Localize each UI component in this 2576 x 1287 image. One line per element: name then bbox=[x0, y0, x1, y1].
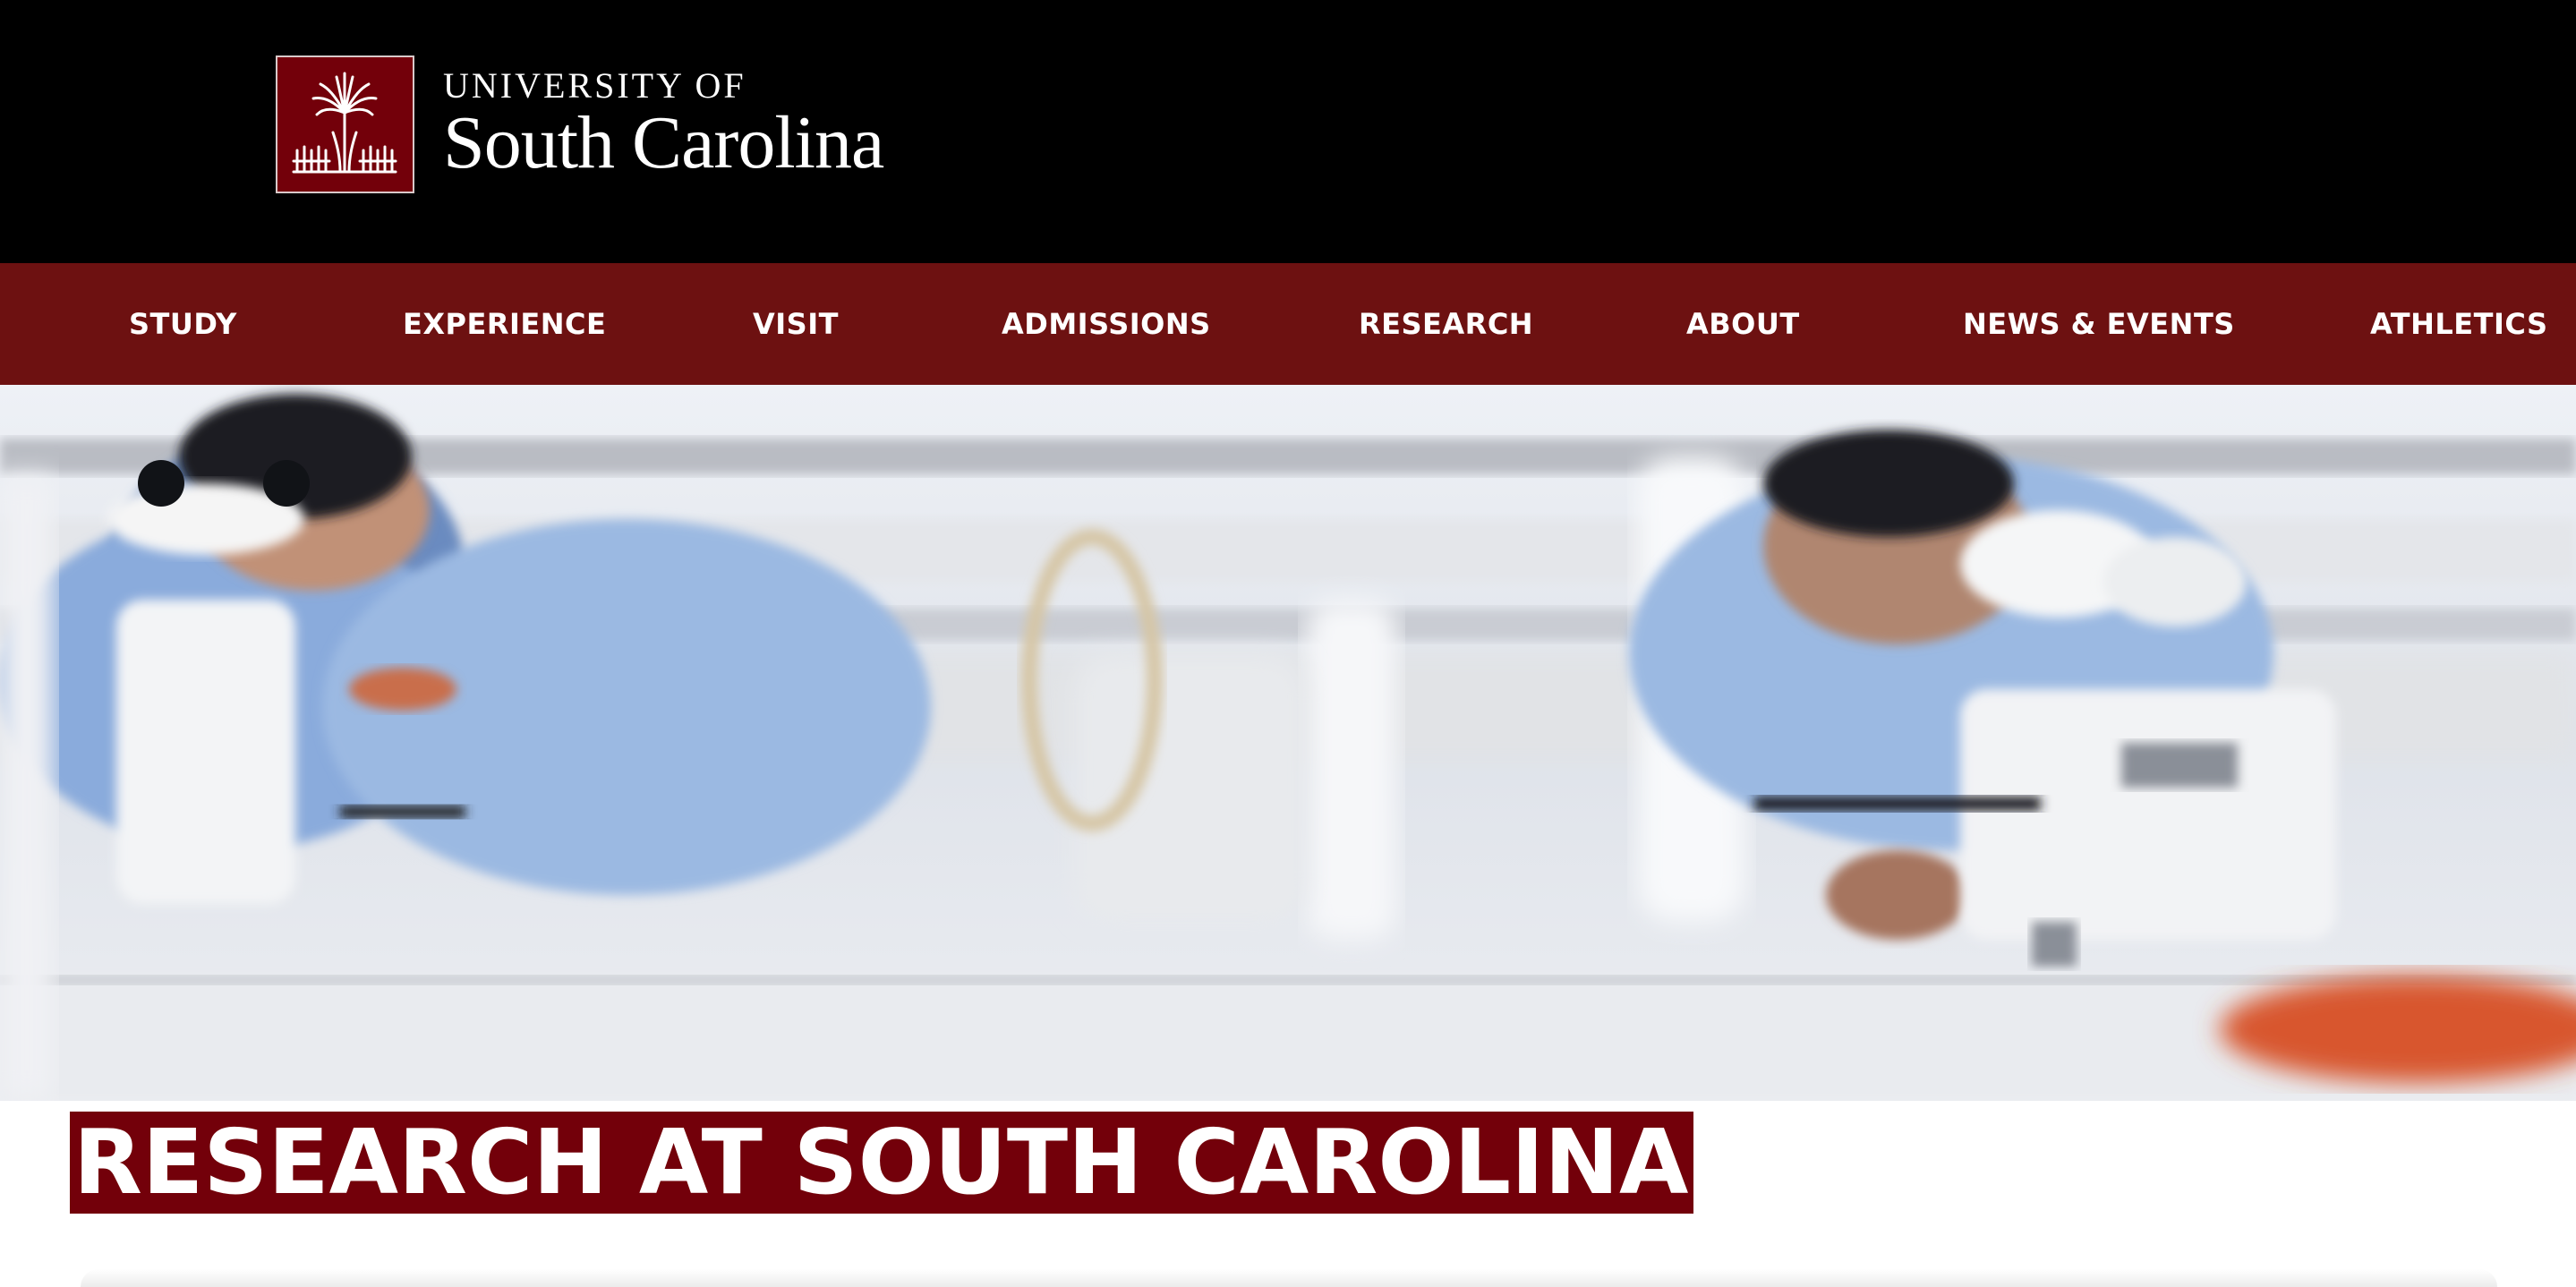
nav-item-admissions[interactable]: ADMISSIONS bbox=[1002, 263, 1211, 385]
logo-line-south-carolina: South Carolina bbox=[443, 101, 884, 184]
hero-image bbox=[0, 385, 2576, 1101]
content-card-edge bbox=[81, 1269, 2497, 1287]
nav-item-experience[interactable]: EXPERIENCE bbox=[403, 263, 606, 385]
university-logo[interactable]: UNIVERSITY OF South Carolina bbox=[276, 55, 884, 193]
site-header: UNIVERSITY OF South Carolina bbox=[0, 0, 2576, 263]
nav-item-athletics[interactable]: ATHLETICS bbox=[2370, 263, 2548, 385]
nav-item-news-events[interactable]: NEWS & EVENTS bbox=[1963, 263, 2235, 385]
palmetto-tree-icon bbox=[276, 55, 414, 193]
nav-item-about[interactable]: ABOUT bbox=[1686, 263, 1800, 385]
main-nav: STUDY EXPERIENCE VISIT ADMISSIONS RESEAR… bbox=[0, 263, 2576, 385]
page-title: RESEARCH AT SOUTH CAROLINA bbox=[70, 1112, 1694, 1214]
nav-item-study[interactable]: STUDY bbox=[129, 263, 237, 385]
researchers-with-microscopes-photo bbox=[0, 385, 2576, 1101]
nav-item-research[interactable]: RESEARCH bbox=[1359, 263, 1533, 385]
logo-line-university-of: UNIVERSITY OF bbox=[443, 65, 746, 106]
nav-item-visit[interactable]: VISIT bbox=[753, 263, 839, 385]
logo-wordmark: UNIVERSITY OF South Carolina bbox=[443, 65, 884, 184]
page: UNIVERSITY OF South Carolina STUDY EXPER… bbox=[0, 0, 2576, 1287]
